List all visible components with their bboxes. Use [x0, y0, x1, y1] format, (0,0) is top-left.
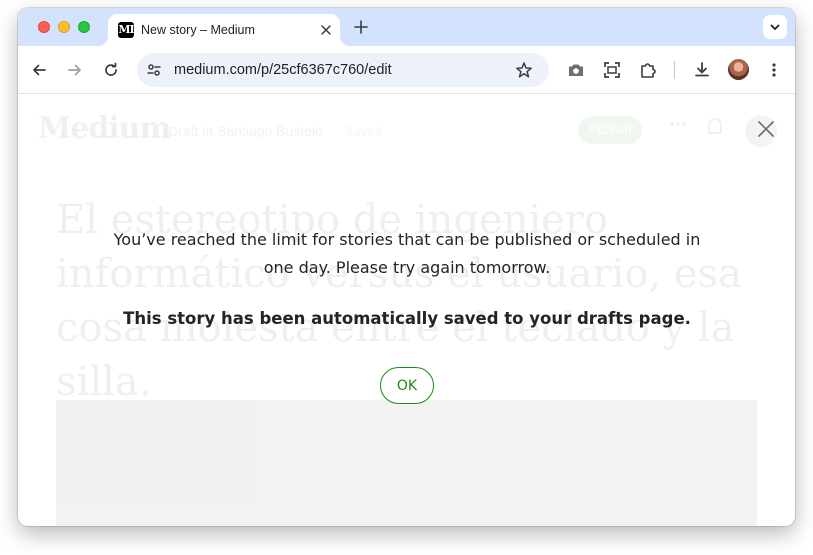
maximize-window-button[interactable] [78, 21, 90, 33]
profile-avatar[interactable] [728, 59, 749, 80]
tab-search-chevron-down-icon[interactable] [763, 15, 787, 39]
minimize-window-button[interactable] [58, 21, 70, 33]
forward-arrow-icon[interactable] [65, 60, 85, 80]
tab-title: New story – Medium [141, 23, 255, 37]
browser-window: MI New story – Medium medium.com/p/25cf6… [18, 8, 795, 526]
publish-limit-dialog: You’ve reached the limit for stories tha… [18, 95, 795, 526]
reload-icon[interactable] [101, 60, 121, 80]
bookmark-star-icon[interactable] [515, 61, 533, 79]
browser-toolbar: medium.com/p/25cf6367c760/edit [18, 46, 795, 94]
url-text[interactable]: medium.com/p/25cf6367c760/edit [174, 62, 392, 78]
address-bar[interactable]: medium.com/p/25cf6367c760/edit [137, 53, 549, 87]
new-tab-icon[interactable] [353, 19, 369, 35]
screenshot-capture-icon[interactable] [602, 60, 622, 80]
tab-medium[interactable]: MI New story – Medium [108, 14, 340, 46]
back-arrow-icon[interactable] [29, 60, 49, 80]
web-page: Medium Draft in Santiago Bustelo Saved P… [18, 95, 795, 526]
medium-favicon-icon: MI [118, 22, 134, 38]
toolbar-divider [674, 61, 675, 79]
extensions-puzzle-icon[interactable] [638, 60, 658, 80]
downloads-icon[interactable] [692, 60, 712, 80]
limit-message: You’ve reached the limit for stories tha… [113, 230, 701, 277]
more-menu-icon[interactable] [764, 60, 784, 80]
tab-strip: MI New story – Medium [18, 8, 795, 46]
site-info-tune-icon[interactable] [146, 62, 162, 78]
close-window-button[interactable] [38, 21, 50, 33]
camera-icon[interactable] [566, 60, 586, 80]
tab-close-icon[interactable] [318, 22, 334, 38]
ok-button[interactable]: OK [380, 367, 434, 404]
saved-to-drafts-message: This story has been automatically saved … [123, 309, 691, 328]
